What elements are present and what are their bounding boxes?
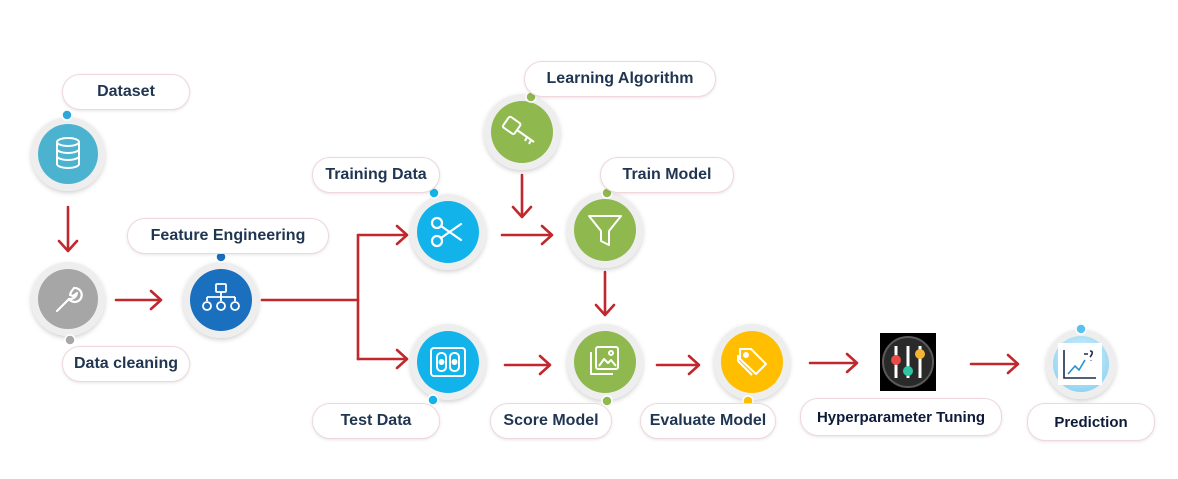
label-feature-engineering: Feature Engineering [127,218,329,254]
node-prediction [1046,323,1116,399]
label-training-data: Training Data [312,157,440,193]
arrow-cleaning-to-feature [114,289,163,311]
label-train-model: Train Model [600,157,734,193]
connector-dot [1075,323,1087,335]
arrow-score-to-evaluate [655,354,701,376]
node-dataset [31,109,105,191]
node-score-model [567,324,643,407]
node-training-data [410,187,486,270]
node-train-model [567,187,643,268]
arrow-dataset-to-cleaning [57,205,79,253]
node-feature-engineering [183,251,259,338]
node-test-data [410,324,486,406]
connector-dot [427,394,439,406]
connector-dot [601,395,613,407]
label-prediction: Prediction [1027,403,1155,441]
node-learning-algorithm [484,91,560,170]
arrow-algorithm-to-train [511,173,533,219]
label-test-data: Test Data [312,403,440,439]
label-hyperparameter-tuning: Hyperparameter Tuning [800,398,1002,436]
label-learning-algorithm: Learning Algorithm [524,61,716,97]
ml-pipeline-diagram: Dataset Data cleaning Feature Engineerin… [0,0,1178,479]
connector-dot [61,109,73,121]
label-data-cleaning: Data cleaning [62,346,190,382]
label-score-model: Score Model [490,403,612,439]
arrow-evaluate-to-tuning [808,352,859,374]
sliders-icon [891,346,925,378]
label-evaluate-model: Evaluate Model [640,403,776,439]
node-data-cleaning [31,262,105,346]
connector-dot [64,334,76,346]
arrow-training-to-train [500,224,554,246]
node-evaluate-model [714,324,790,407]
arrow-train-to-score [594,270,616,317]
arrow-test-to-score [503,354,552,376]
label-dataset: Dataset [62,74,190,110]
arrow-tuning-to-prediction [969,353,1020,375]
node-hyperparameter-tuning [880,333,936,391]
